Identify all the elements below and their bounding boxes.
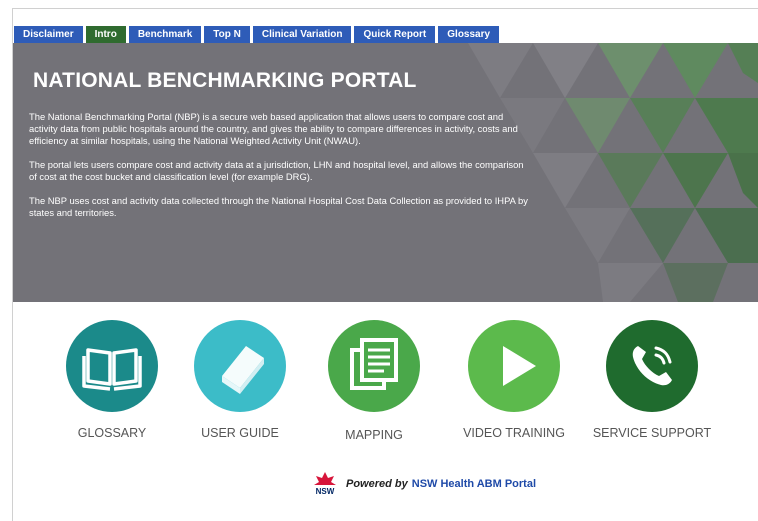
tab-clinical-variation[interactable]: Clinical Variation	[252, 26, 352, 43]
video-training-tile[interactable]: VIDEO TRAINING	[444, 320, 584, 440]
tab-intro[interactable]: Intro	[85, 26, 126, 43]
phone-icon	[632, 346, 672, 386]
play-icon	[503, 346, 536, 386]
glossary-label[interactable]: GLOSSARY	[42, 426, 182, 440]
intro-paragraph: The National Benchmarking Portal (NBP) i…	[29, 111, 518, 146]
service-support-circle[interactable]	[606, 320, 698, 412]
tab-benchmark[interactable]: Benchmark	[128, 26, 202, 43]
closed-book-icon	[222, 346, 264, 394]
intro-paragraph: The NBP uses cost and activity data coll…	[29, 195, 528, 218]
user-guide-tile[interactable]: USER GUIDE	[170, 320, 310, 440]
glossary-circle[interactable]	[66, 320, 158, 412]
user-guide-label[interactable]: USER GUIDE	[170, 426, 310, 440]
mapping-tile[interactable]: MAPPING	[304, 320, 444, 442]
powered-by-label: Powered by NSW Health ABM Portal	[346, 478, 536, 490]
mapping-label[interactable]: MAPPING	[304, 428, 444, 442]
service-support-tile[interactable]: SERVICE SUPPORT	[582, 320, 722, 440]
service-support-label[interactable]: SERVICE SUPPORT	[582, 426, 722, 440]
intro-text: The National Benchmarking Portal (NBP) i…	[29, 111, 529, 231]
tab-disclaimer[interactable]: Disclaimer	[14, 26, 83, 43]
abm-portal-link[interactable]: NSW Health ABM Portal	[412, 478, 536, 490]
nsw-logo-icon: NSW	[312, 472, 338, 496]
mapping-circle[interactable]	[328, 320, 420, 412]
nsw-logo-text: NSW	[316, 487, 335, 496]
page-title: NATIONAL BENCHMARKING PORTAL	[33, 69, 417, 92]
tab-glossary[interactable]: Glossary	[438, 26, 500, 43]
documents-icon	[350, 338, 398, 390]
quick-links: GLOSSARY USER GUIDE MAPPING VIDEO TRAINI…	[0, 320, 758, 450]
video-training-label[interactable]: VIDEO TRAINING	[444, 426, 584, 440]
open-book-icon	[82, 348, 142, 391]
user-guide-circle[interactable]	[194, 320, 286, 412]
footer: NSW Powered by NSW Health ABM Portal	[312, 470, 536, 498]
tab-bar: Disclaimer Intro Benchmark Top N Clinica…	[14, 26, 500, 43]
intro-paragraph: The portal lets users compare cost and a…	[29, 159, 524, 182]
hero-banner: NATIONAL BENCHMARKING PORTAL The Nationa…	[13, 43, 758, 302]
video-training-circle[interactable]	[468, 320, 560, 412]
tab-top-n[interactable]: Top N	[204, 26, 250, 43]
tab-quick-report[interactable]: Quick Report	[354, 26, 436, 43]
powered-by-text: Powered by	[346, 478, 408, 490]
glossary-tile[interactable]: GLOSSARY	[42, 320, 182, 440]
